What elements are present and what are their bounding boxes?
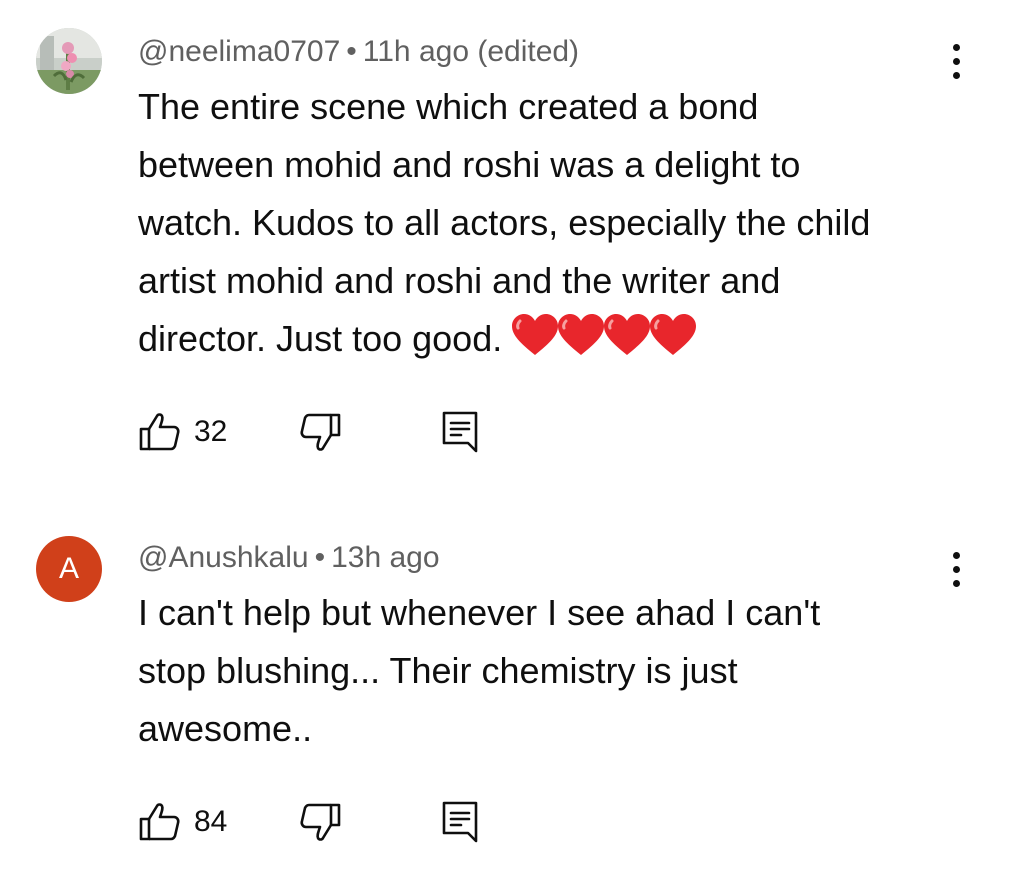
thumbs-down-icon xyxy=(300,803,341,841)
meta-separator: • xyxy=(346,35,357,68)
heart-icon xyxy=(512,314,559,355)
avatar[interactable] xyxy=(36,28,102,94)
thumbs-down-icon xyxy=(300,413,341,451)
comment-time: 11h ago (edited) xyxy=(362,35,580,68)
author-name[interactable]: @Anushkalu xyxy=(138,541,309,574)
comment-actions: 84 xyxy=(138,798,518,846)
heart-icon xyxy=(650,314,697,355)
comment-text: I can't help but whenever I see ahad I c… xyxy=(138,584,898,758)
comment-time: 13h ago xyxy=(331,541,440,574)
heart-icon xyxy=(604,314,651,355)
thumbs-up-icon xyxy=(139,803,180,841)
comment-item: A @Anushkalu • 13h ago I can't help but wh… xyxy=(0,480,1024,876)
dislike-button[interactable] xyxy=(298,408,342,456)
dislike-button[interactable] xyxy=(298,798,342,846)
comment-actions: 32 xyxy=(138,408,518,456)
like-count: 32 xyxy=(194,415,228,448)
heart-emoji-group xyxy=(510,313,697,374)
reply-button[interactable] xyxy=(440,798,480,846)
comment-text-content: The entire scene which created a bond be… xyxy=(138,86,871,359)
comment-icon xyxy=(442,801,478,843)
comment-text-content: I can't help but whenever I see ahad I c… xyxy=(138,592,821,749)
comment-item: @neelima0707 • 11h ago (edited) The entire… xyxy=(0,0,1024,480)
comment-meta: @Anushkalu • 13h ago xyxy=(138,540,440,576)
meta-separator: • xyxy=(314,541,326,574)
comment-meta: @neelima0707 • 11h ago (edited) xyxy=(138,34,579,70)
like-button[interactable]: 32 xyxy=(138,408,227,456)
comment-icon xyxy=(442,411,478,453)
reply-button[interactable] xyxy=(440,408,480,456)
author-name[interactable]: @neelima0707 xyxy=(138,35,340,68)
more-vertical-icon[interactable] xyxy=(944,40,968,84)
heart-icon xyxy=(558,314,605,355)
like-button[interactable]: 84 xyxy=(138,798,227,846)
like-count: 84 xyxy=(194,805,228,838)
avatar-letter: A xyxy=(58,552,79,585)
avatar[interactable]: A xyxy=(36,536,102,602)
more-vertical-icon[interactable] xyxy=(944,548,968,592)
comment-text: The entire scene which created a bond be… xyxy=(138,78,898,374)
thumbs-up-icon xyxy=(139,413,180,451)
